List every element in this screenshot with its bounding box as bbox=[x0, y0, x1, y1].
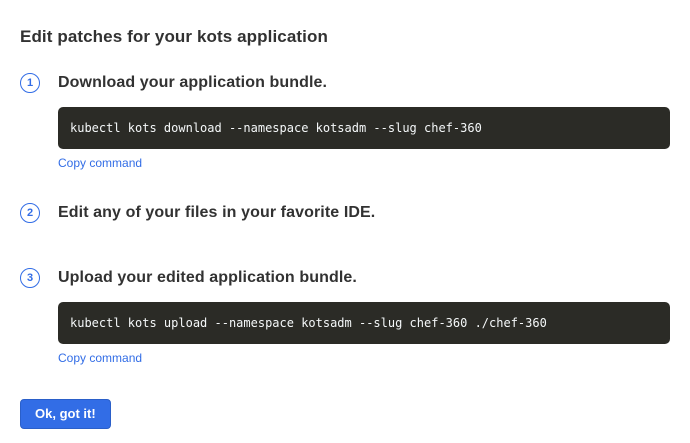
modal-title: Edit patches for your kots application bbox=[20, 27, 670, 47]
step-2-title: Edit any of your files in your favorite … bbox=[58, 202, 670, 223]
copy-download-command-link[interactable]: Copy command bbox=[58, 156, 142, 171]
step-2-body: Edit any of your files in your favorite … bbox=[58, 202, 670, 223]
modal-footer: Ok, got it! bbox=[20, 399, 670, 429]
step-upload: 3 Upload your edited application bundle.… bbox=[20, 267, 670, 367]
step-edit: 2 Edit any of your files in your favorit… bbox=[20, 202, 670, 223]
step-3-body: Upload your edited application bundle. k… bbox=[58, 267, 670, 367]
download-command-snippet: kubectl kots download --namespace kotsad… bbox=[58, 107, 670, 149]
upload-command-snippet: kubectl kots upload --namespace kotsadm … bbox=[58, 302, 670, 344]
ok-got-it-button[interactable]: Ok, got it! bbox=[20, 399, 111, 429]
edit-patches-modal: Edit patches for your kots application 1… bbox=[0, 0, 690, 443]
copy-upload-command-link[interactable]: Copy command bbox=[58, 351, 142, 366]
step-2-number-badge: 2 bbox=[20, 203, 40, 223]
step-1-body: Download your application bundle. kubect… bbox=[58, 72, 670, 172]
step-1-number-badge: 1 bbox=[20, 73, 40, 93]
step-3-title: Upload your edited application bundle. bbox=[58, 267, 670, 288]
step-download: 1 Download your application bundle. kube… bbox=[20, 72, 670, 172]
step-1-title: Download your application bundle. bbox=[58, 72, 670, 93]
step-3-number-badge: 3 bbox=[20, 268, 40, 288]
